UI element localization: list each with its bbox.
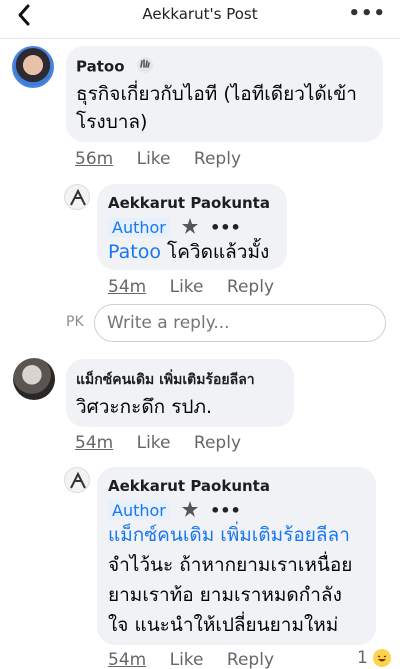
comment-text: วิศวะกะดึก รปภ. — [76, 396, 213, 418]
comment-bubble: Aekkarut Paokunta Author ••• Patoo โควิด… — [97, 184, 287, 270]
comment-text: ธุรกิจเกี่ยวกับไอที (ไอทีเดียวได้เข้า — [76, 83, 357, 105]
reply-button[interactable]: Reply — [227, 277, 274, 297]
comment-author[interactable]: แม็กซ์คนเดิม เพิ่มเติมร้อยลีลา — [76, 369, 255, 391]
like-button[interactable]: Like — [137, 433, 171, 453]
author-badge: Author — [108, 217, 170, 237]
comment-text: ใจ แนะนำให้เปลี่ยนยามใหม่ — [108, 614, 339, 636]
reply-input[interactable] — [94, 304, 386, 342]
timestamp[interactable]: 56m — [75, 149, 113, 169]
comment-actions: 54m Like Reply — [108, 650, 292, 669]
avatar[interactable] — [64, 184, 90, 210]
header-bar: Aekkarut's Post ••• — [0, 0, 400, 30]
reaction-count: 1 — [357, 648, 368, 668]
star-icon — [181, 500, 199, 522]
user-initials: PK — [66, 314, 84, 330]
laugh-emoji-icon — [373, 649, 392, 667]
avatar[interactable] — [13, 358, 55, 400]
reaction-summary[interactable]: 1 — [357, 648, 392, 668]
comment-bubble: Aekkarut Paokunta Author ••• แม็กซ์คนเดิ… — [97, 467, 376, 645]
comment-author[interactable]: Aekkarut Paokunta — [108, 477, 270, 495]
comment-text: ยามเราท้อ ยามเราหมดกำลัง — [108, 584, 342, 606]
like-button[interactable]: Like — [170, 650, 204, 669]
comment-text: โควิดแล้วมั้ง — [167, 241, 270, 263]
author-badge: Author — [108, 500, 170, 520]
timestamp[interactable]: 54m — [75, 433, 113, 453]
comment-bubble: Patoo ธุรกิจเกี่ยวกับไอที (ไอทีเดียวได้เ… — [66, 46, 383, 142]
like-button[interactable]: Like — [137, 149, 171, 169]
comment-author[interactable]: Aekkarut Paokunta — [108, 194, 270, 212]
reply-button[interactable]: Reply — [194, 149, 241, 169]
timestamp[interactable]: 54m — [108, 277, 146, 297]
avatar[interactable] — [64, 467, 90, 493]
page-title: Aekkarut's Post — [142, 5, 258, 23]
comment-bubble: แม็กซ์คนเดิม เพิ่มเติมร้อยลีลา วิศวะกะดึ… — [66, 359, 294, 427]
comment-actions: 56m Like Reply — [75, 149, 259, 169]
wave-hand-icon — [136, 56, 154, 78]
comment-text: โรงบาล) — [76, 111, 148, 133]
avatar[interactable] — [12, 46, 54, 88]
comment-author[interactable]: Patoo — [76, 58, 125, 76]
reply-button[interactable]: Reply — [194, 433, 241, 453]
divider — [0, 38, 400, 39]
comment-actions: 54m Like Reply — [75, 433, 259, 453]
comment-text: จำไว้นะ ถ้าหากยามเราเหนื่อย — [108, 554, 353, 576]
reply-button[interactable]: Reply — [227, 650, 274, 669]
more-options-icon[interactable]: ••• — [210, 218, 241, 237]
mention-link[interactable]: แม็กซ์คนเดิม เพิ่มเติมร้อยลีลา — [108, 521, 350, 549]
like-button[interactable]: Like — [170, 277, 204, 297]
comment-actions: 54m Like Reply — [108, 277, 292, 297]
mention-link[interactable]: Patoo — [108, 241, 161, 263]
star-icon — [181, 217, 199, 239]
more-options-icon[interactable]: ••• — [210, 501, 241, 520]
more-options-icon[interactable]: ••• — [348, 3, 386, 24]
timestamp[interactable]: 54m — [108, 650, 146, 669]
